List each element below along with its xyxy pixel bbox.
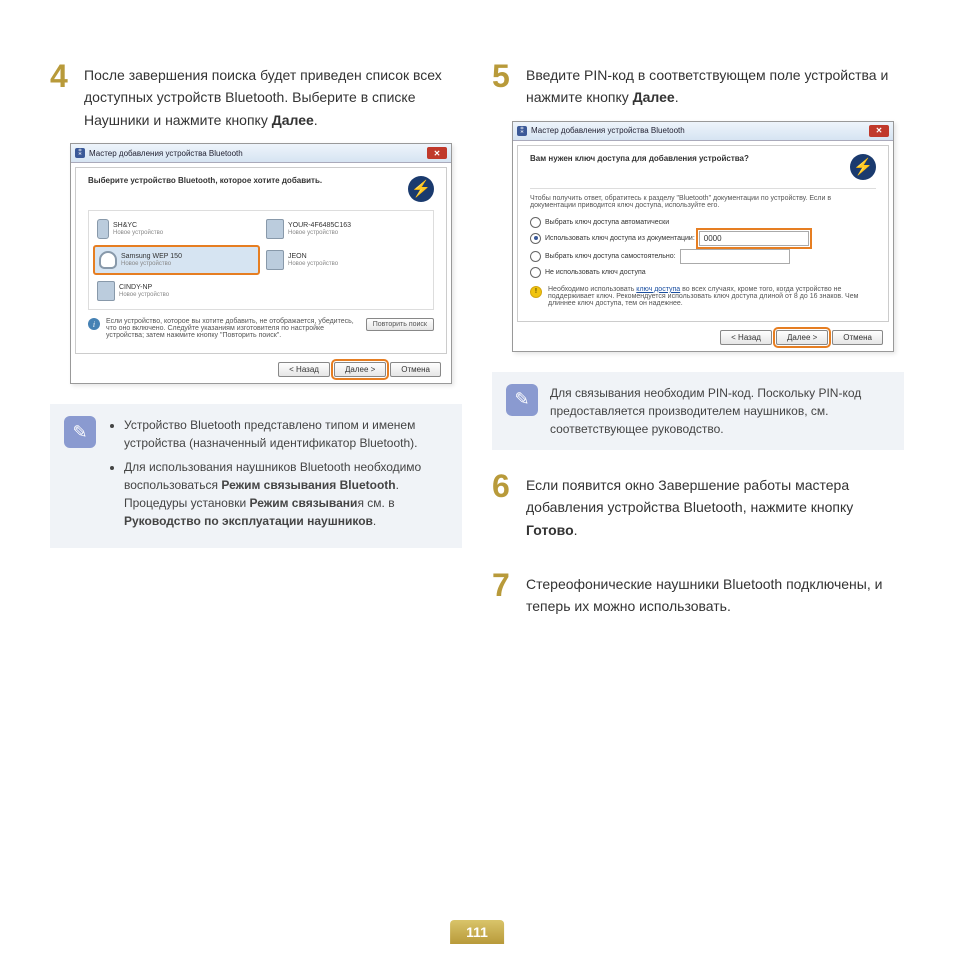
note-box: ✎ Устройство Bluetooth представлено типо… xyxy=(50,404,462,548)
dialog-title: Мастер добавления устройства Bluetooth xyxy=(531,126,869,135)
next-button[interactable]: Далее > xyxy=(334,362,386,377)
radio-option-doc[interactable]: Использовать ключ доступа из документаци… xyxy=(530,231,876,246)
bluetooth-icon: ⁑ xyxy=(75,148,85,158)
step-text: Стереофонические наушники Bluetooth подк… xyxy=(526,569,904,618)
bluetooth-logo-icon: ⚡ xyxy=(850,154,876,180)
pencil-icon: ✎ xyxy=(64,416,96,448)
close-icon[interactable]: ✕ xyxy=(869,125,889,137)
right-column: 5 Введите PIN-код в соответствующем поле… xyxy=(492,60,904,630)
bluetooth-logo-icon: ⚡ xyxy=(408,176,434,202)
device-item[interactable]: CINDY-NPНовое устройство xyxy=(93,277,260,305)
back-button[interactable]: < Назад xyxy=(720,330,772,345)
note-box: ✎ Для связывания необходим PIN-код. Поск… xyxy=(492,372,904,450)
step-text: Введите PIN-код в соответствующем поле у… xyxy=(526,60,904,109)
pin-input-empty[interactable] xyxy=(680,249,790,264)
retry-search-button[interactable]: Повторить поиск xyxy=(366,318,434,331)
radio-icon xyxy=(530,267,541,278)
pencil-icon: ✎ xyxy=(506,384,538,416)
page-number-wrap: 111 xyxy=(450,920,504,944)
passkey-link[interactable]: ключ доступа xyxy=(636,286,680,293)
radio-icon xyxy=(530,217,541,228)
cancel-button[interactable]: Отмена xyxy=(832,330,883,345)
step-number: 6 xyxy=(492,470,516,541)
note-text: Для связывания необходим PIN-код. Поскол… xyxy=(550,384,890,438)
phone-icon xyxy=(97,219,109,239)
step-number: 4 xyxy=(50,60,74,131)
device-item[interactable]: YOUR-4F6485C163Новое устройство xyxy=(262,215,429,243)
computer-icon xyxy=(97,281,115,301)
note-item: Для использования наушников Bluetooth не… xyxy=(124,458,448,530)
dialog-heading: Выберите устройство Bluetooth, которое х… xyxy=(88,176,434,202)
device-item-selected[interactable]: Samsung WEP 150Новое устройство xyxy=(93,245,260,275)
device-list: SH&YCНовое устройство YOUR-4F6485C163Нов… xyxy=(88,210,434,310)
dialog-button-row: < Назад Далее > Отмена xyxy=(513,326,893,351)
device-item[interactable]: JEONНовое устройство xyxy=(262,245,429,275)
dialog-subtext: Чтобы получить ответ, обратитесь к разде… xyxy=(530,195,876,209)
dialog-body: Вам нужен ключ доступа для добавления ус… xyxy=(517,145,889,322)
bluetooth-wizard-dialog-pin: ⁑ Мастер добавления устройства Bluetooth… xyxy=(512,121,894,352)
step-6: 6 Если появится окно Завершение работы м… xyxy=(492,470,904,541)
bluetooth-icon: ⁑ xyxy=(517,126,527,136)
dialog-button-row: < Назад Далее > Отмена xyxy=(71,358,451,383)
step-7: 7 Стереофонические наушники Bluetooth по… xyxy=(492,569,904,618)
bluetooth-wizard-dialog-select: ⁑ Мастер добавления устройства Bluetooth… xyxy=(70,143,452,384)
pin-input[interactable]: 0000 xyxy=(699,231,809,246)
device-item[interactable]: SH&YCНовое устройство xyxy=(93,215,260,243)
dialog-titlebar: ⁑ Мастер добавления устройства Bluetooth… xyxy=(71,144,451,163)
dialog-titlebar: ⁑ Мастер добавления устройства Bluetooth… xyxy=(513,122,893,141)
manual-page: 4 После завершения поиска будет приведен… xyxy=(0,0,954,954)
page-number: 111 xyxy=(450,920,504,944)
step-5: 5 Введите PIN-код в соответствующем поле… xyxy=(492,60,904,109)
two-column-layout: 4 После завершения поиска будет приведен… xyxy=(50,60,904,630)
step-number: 7 xyxy=(492,569,516,618)
back-button[interactable]: < Назад xyxy=(278,362,330,377)
step-text: Если появится окно Завершение работы мас… xyxy=(526,470,904,541)
dialog-heading: Вам нужен ключ доступа для добавления ус… xyxy=(530,154,876,180)
radio-icon xyxy=(530,251,541,262)
cancel-button[interactable]: Отмена xyxy=(390,362,441,377)
note-item: Устройство Bluetooth представлено типом … xyxy=(124,416,448,452)
dialog-title: Мастер добавления устройства Bluetooth xyxy=(89,149,427,158)
radio-option-none[interactable]: Не использовать ключ доступа xyxy=(530,267,876,278)
warning-row: ! Необходимо использовать ключ доступа в… xyxy=(530,286,876,307)
radio-option-auto[interactable]: Выбрать ключ доступа автоматически xyxy=(530,217,876,228)
headset-icon xyxy=(99,251,117,269)
info-icon: i xyxy=(88,318,100,330)
step-4: 4 После завершения поиска будет приведен… xyxy=(50,60,462,131)
info-row: i Если устройство, которое вы хотите доб… xyxy=(88,318,434,339)
close-icon[interactable]: ✕ xyxy=(427,147,447,159)
step-text: После завершения поиска будет приведен с… xyxy=(84,60,462,131)
radio-option-custom[interactable]: Выбрать ключ доступа самостоятельно: xyxy=(530,249,876,264)
next-button[interactable]: Далее > xyxy=(776,330,828,345)
computer-icon xyxy=(266,250,284,270)
radio-icon xyxy=(530,233,541,244)
dialog-body: Выберите устройство Bluetooth, которое х… xyxy=(75,167,447,354)
warning-icon: ! xyxy=(530,286,542,298)
step-number: 5 xyxy=(492,60,516,109)
left-column: 4 После завершения поиска будет приведен… xyxy=(50,60,462,630)
computer-icon xyxy=(266,219,284,239)
note-list: Устройство Bluetooth представлено типом … xyxy=(108,416,448,536)
